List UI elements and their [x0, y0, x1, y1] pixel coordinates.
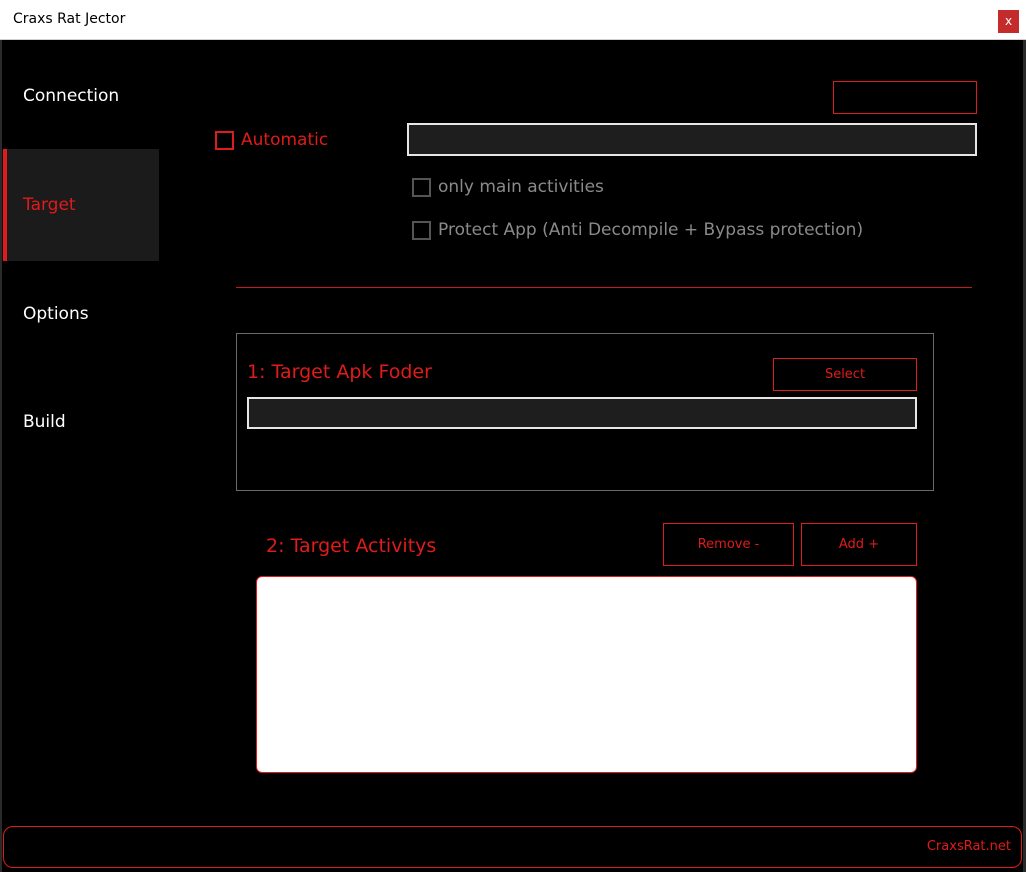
sidebar-item-label: Options	[23, 304, 89, 324]
top-action-button[interactable]	[833, 81, 977, 114]
protect-app-checkbox[interactable]	[412, 221, 431, 240]
select-folder-button[interactable]: Select	[773, 358, 917, 391]
sidebar-item-label: Target	[23, 195, 76, 215]
activities-list[interactable]	[256, 576, 917, 773]
sidebar-item-label: Connection	[23, 86, 120, 106]
apk-folder-title: 1: Target Apk Foder	[247, 361, 432, 383]
sidebar-item-connection[interactable]: Connection	[3, 40, 159, 152]
remove-activity-button[interactable]: Remove -	[663, 523, 794, 566]
sidebar-item-label: Build	[23, 412, 66, 432]
activities-title: 2: Target Activitys	[266, 535, 437, 557]
close-icon: x	[1004, 14, 1013, 28]
footer-bar: CraxsRat.net	[3, 826, 1022, 868]
window-title: Craxs Rat Jector	[13, 11, 126, 27]
activity-input[interactable]	[407, 123, 977, 156]
footer-brand-link[interactable]: CraxsRat.net	[927, 839, 1011, 854]
only-main-activities-label: only main activities	[438, 177, 604, 197]
window-border-left	[0, 40, 2, 872]
apk-folder-path-input[interactable]	[247, 397, 917, 429]
automatic-label: Automatic	[241, 130, 329, 150]
sidebar-item-target[interactable]: Target	[3, 149, 159, 261]
protect-app-label: Protect App (Anti Decompile + Bypass pro…	[438, 220, 864, 240]
automatic-checkbox[interactable]	[215, 131, 234, 150]
only-main-activities-checkbox[interactable]	[412, 178, 431, 197]
sidebar-item-build[interactable]: Build	[3, 366, 159, 478]
add-activity-button[interactable]: Add +	[801, 523, 917, 566]
section-divider	[236, 287, 972, 288]
close-button[interactable]: x	[998, 10, 1019, 33]
title-bar: Craxs Rat Jector x	[0, 0, 1026, 40]
sidebar-item-options[interactable]: Options	[3, 258, 159, 370]
